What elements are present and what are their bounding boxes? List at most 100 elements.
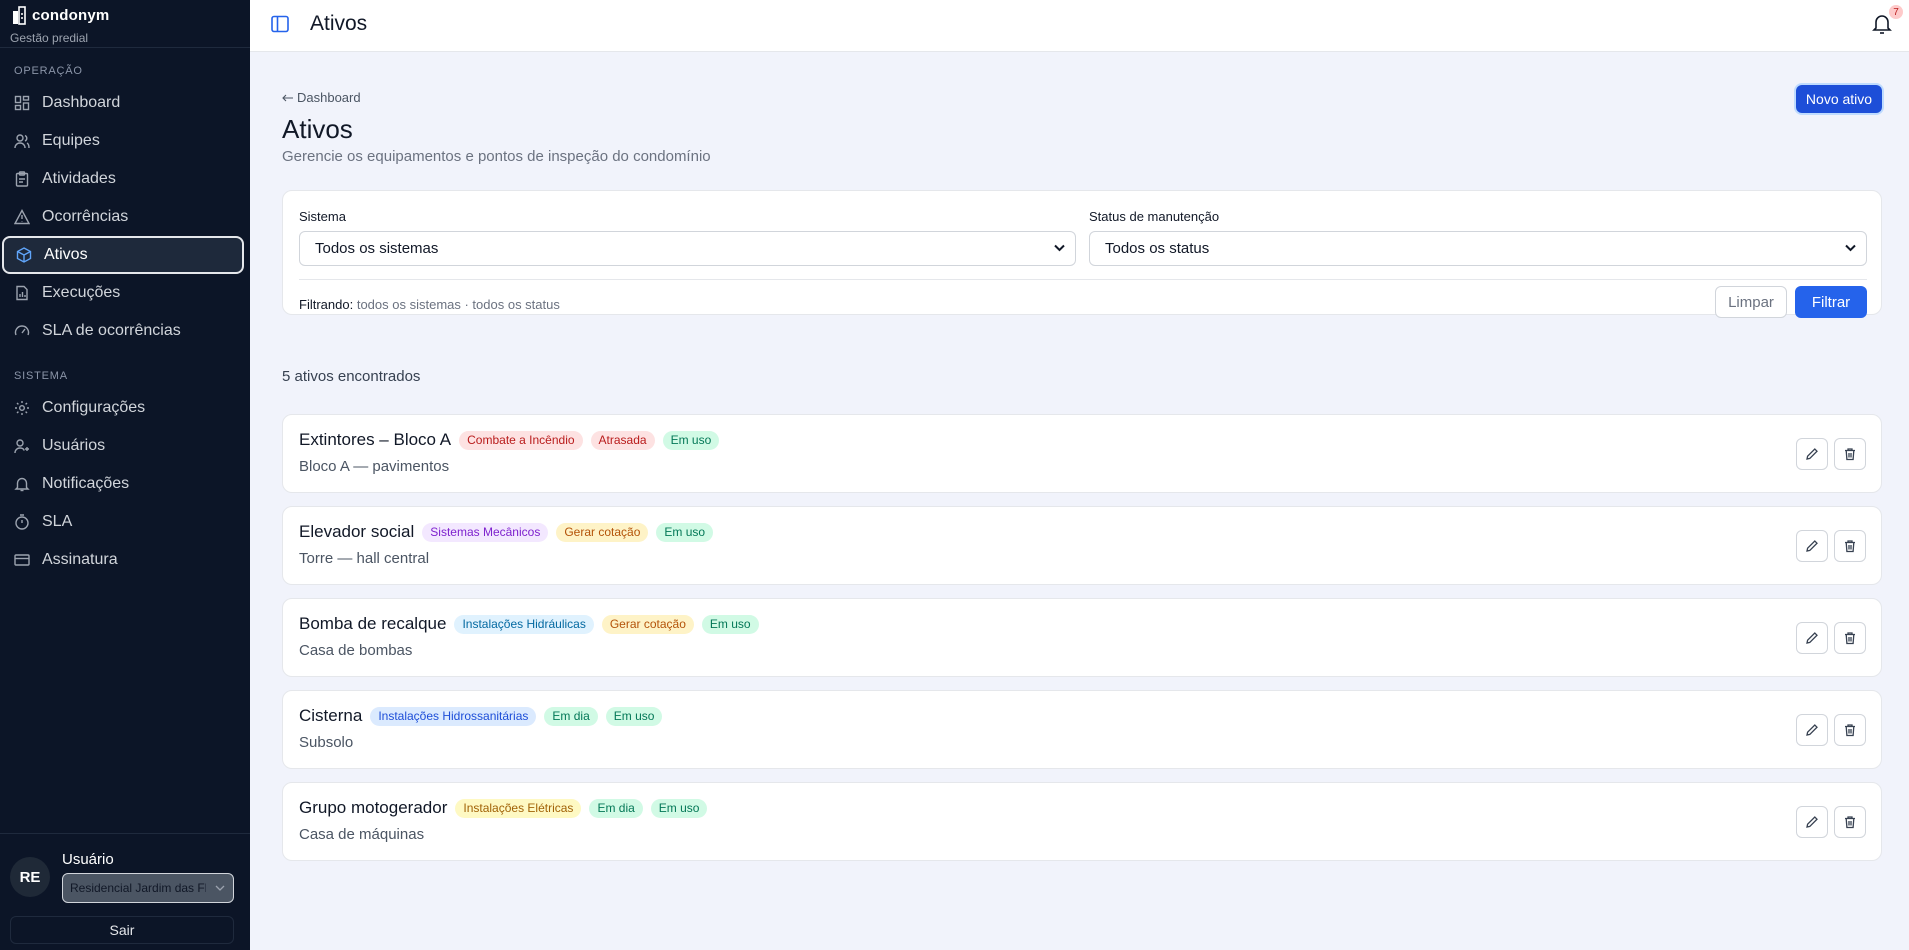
filter-card: Sistema Todos os sistemas Status de manu… <box>282 190 1882 318</box>
trash-icon <box>1845 540 1855 553</box>
avatar[interactable]: RE <box>10 857 50 897</box>
sidebar-divider <box>0 47 250 48</box>
system-filter-value: Todos os sistemas <box>315 240 439 257</box>
dashboard-icon <box>14 95 30 111</box>
sidebar-item-atividades[interactable]: Atividades <box>2 160 244 198</box>
pencil-icon <box>1806 816 1818 828</box>
user-icon <box>14 439 29 454</box>
sidebar-item-label: Notificações <box>42 475 130 492</box>
delete-asset-button[interactable] <box>1834 438 1866 470</box>
asset-row[interactable]: Elevador social Sistemas Mecânicos Gerar … <box>282 506 1882 585</box>
sidebar-item-label: Assinatura <box>42 551 118 568</box>
asset-name: Bomba de recalque <box>299 614 447 633</box>
back-link[interactable]: Dashboard <box>282 90 361 105</box>
sidebar-item-label: Atividades <box>42 170 116 187</box>
back-link-label: Dashboard <box>297 90 361 105</box>
asset-row[interactable]: Grupo motogerador Instalações Elétricas E… <box>282 782 1882 861</box>
section-label-system: SISTEMA <box>14 370 68 382</box>
delete-asset-button[interactable] <box>1834 806 1866 838</box>
warning-icon <box>14 209 30 225</box>
pencil-icon <box>1806 540 1818 552</box>
sidebar-item-label: Equipes <box>42 132 100 149</box>
report-icon <box>16 285 28 301</box>
sidebar-item-label: Dashboard <box>42 94 121 111</box>
asset-header: Bomba de recalque Instalações Hidráulica… <box>299 614 759 634</box>
results-count: 5 ativos encontrados <box>282 368 421 385</box>
trash-icon <box>1845 632 1855 645</box>
system-filter-label: Sistema <box>299 209 346 224</box>
asset-tag: Em uso <box>605 706 663 726</box>
filter-divider <box>299 279 1867 280</box>
sidebar-toggle-button[interactable] <box>270 14 290 39</box>
asset-tag: Sistemas Mecânicos <box>422 522 549 542</box>
asset-tag: Em uso <box>662 430 720 450</box>
edit-asset-button[interactable] <box>1796 530 1828 562</box>
new-asset-button[interactable]: Novo ativo <box>1796 85 1882 113</box>
brand-logo[interactable]: condonym <box>12 5 109 25</box>
asset-name: Cisterna <box>299 706 363 725</box>
asset-row[interactable]: Bomba de recalque Instalações Hidráulica… <box>282 598 1882 677</box>
asset-header: Grupo motogerador Instalações Elétricas E… <box>299 798 708 818</box>
timer-icon <box>15 514 29 530</box>
edit-asset-button[interactable] <box>1796 806 1828 838</box>
clear-filters-button[interactable]: Limpar <box>1715 286 1787 318</box>
chevron-down-icon <box>1845 244 1856 252</box>
logout-button[interactable]: Sair <box>10 916 234 944</box>
status-filter-value: Todos os status <box>1105 240 1210 257</box>
filter-summary: Filtrando: todos os sistemas · todos os … <box>299 297 560 312</box>
sidebar-item-execucoes[interactable]: Execuções <box>2 274 244 312</box>
notification-count-badge: 7 <box>1889 5 1903 19</box>
trash-icon <box>1845 448 1855 461</box>
sidebar-item-configuracoes[interactable]: Configurações <box>2 389 244 427</box>
topbar-title: Ativos <box>310 12 368 35</box>
section-label-operation: OPERAÇÃO <box>14 65 83 77</box>
sidebar-item-label: Ativos <box>44 246 88 263</box>
asset-tag: Em uso <box>650 798 708 818</box>
sidebar-item-sla[interactable]: SLA <box>2 503 244 541</box>
brand-subtitle: Gestão predial <box>10 31 89 45</box>
gear-icon <box>15 401 29 415</box>
asset-row[interactable]: Cisterna Instalações Hidrossanitárias Em … <box>282 690 1882 769</box>
condominium-select[interactable]: Residencial Jardim das Flores <box>62 873 234 903</box>
trash-icon <box>1845 724 1855 737</box>
sidebar-item-notificacoes[interactable]: Notificações <box>2 465 244 503</box>
page-title: Ativos <box>282 114 353 144</box>
asset-header: Cisterna Instalações Hidrossanitárias Em … <box>299 706 663 726</box>
asset-name: Extintores – Bloco A <box>299 430 452 449</box>
user-panel: RE Usuário Residencial Jardim das Flores… <box>0 833 250 950</box>
sidebar-item-usuarios[interactable]: Usuários <box>2 427 244 465</box>
sidebar-item-sla-ocorrencias[interactable]: SLA de ocorrências <box>2 312 244 350</box>
asset-tag: Gerar cotação <box>556 522 649 542</box>
sidebar-item-ocorrencias[interactable]: Ocorrências <box>2 198 244 236</box>
edit-asset-button[interactable] <box>1796 438 1828 470</box>
delete-asset-button[interactable] <box>1834 714 1866 746</box>
apply-filters-button[interactable]: Filtrar <box>1795 286 1867 318</box>
sidebar-item-label: SLA <box>42 513 73 530</box>
sidebar-item-label: Ocorrências <box>42 208 129 225</box>
asset-tag: Atrasada <box>590 430 655 450</box>
edit-asset-button[interactable] <box>1796 622 1828 654</box>
user-name: Usuário <box>62 851 114 868</box>
system-filter-select[interactable]: Todos os sistemas <box>299 231 1076 266</box>
arrow-left-icon <box>282 94 293 101</box>
asset-tag: Em dia <box>544 706 598 726</box>
asset-row[interactable]: Extintores – Bloco A Combate a Incêndio A… <box>282 414 1882 493</box>
sidebar-item-dashboard[interactable]: Dashboard <box>2 84 244 122</box>
asset-location: Casa de máquinas <box>299 826 425 843</box>
asset-location: Casa de bombas <box>299 642 413 659</box>
status-filter-select[interactable]: Todos os status <box>1089 231 1867 266</box>
edit-asset-button[interactable] <box>1796 714 1828 746</box>
card-icon <box>14 554 30 566</box>
delete-asset-button[interactable] <box>1834 530 1866 562</box>
sidebar-item-assinatura[interactable]: Assinatura <box>2 541 244 579</box>
brand-name: condonym <box>32 6 110 24</box>
topbar: Ativos 7 <box>250 0 1909 52</box>
delete-asset-button[interactable] <box>1834 622 1866 654</box>
pencil-icon <box>1806 724 1818 736</box>
asset-tag: Instalações Elétricas <box>455 798 582 818</box>
sidebar-item-ativos[interactable]: Ativos <box>2 236 244 274</box>
sidebar-item-equipes[interactable]: Equipes <box>2 122 244 160</box>
asset-name: Elevador social <box>299 522 415 541</box>
building-logo-icon <box>13 6 26 25</box>
asset-tag: Em uso <box>656 522 714 542</box>
